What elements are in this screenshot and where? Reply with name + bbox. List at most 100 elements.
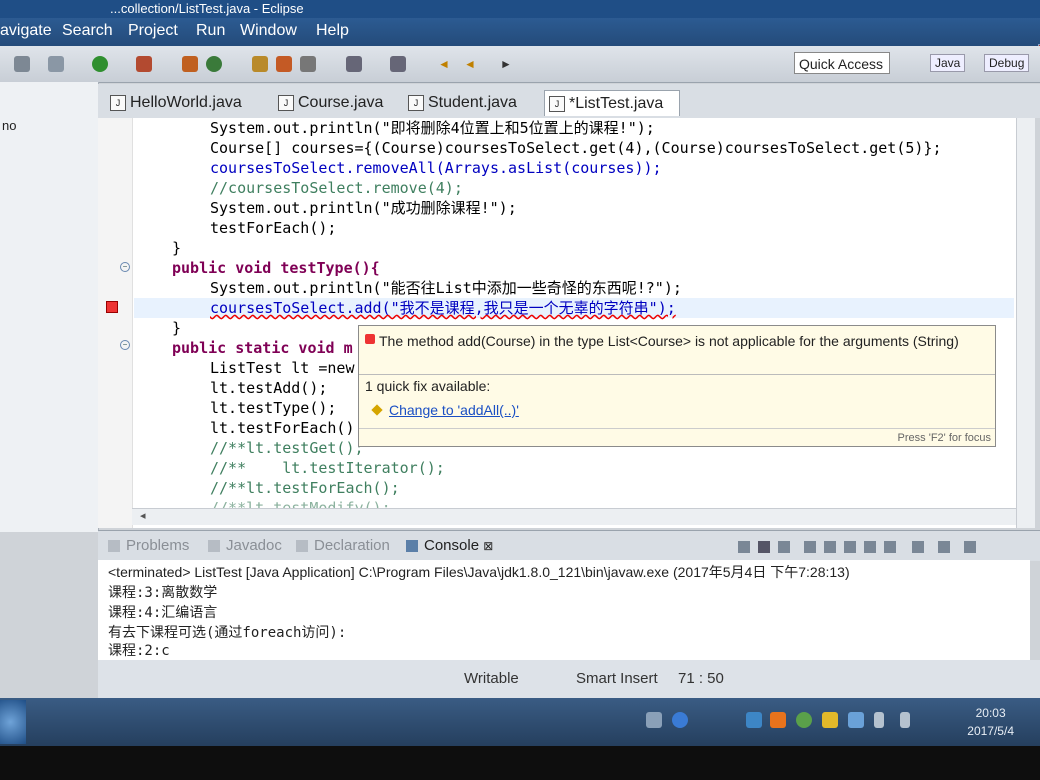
code-line: public static void m [172,339,353,357]
run-icon[interactable] [92,56,108,72]
tab-student[interactable]: J Student.java [404,90,534,116]
code-line: //** lt.testIterator(); [210,459,445,477]
forward-history-icon[interactable]: ◄ [462,56,478,72]
menu-bar: avigate Search Project Run Window Help _… [0,18,1040,62]
quick-fix-icon [371,404,383,416]
open-console-icon[interactable] [884,541,896,553]
menu-help[interactable]: Help [316,22,349,40]
scroll-lock-icon[interactable] [804,541,816,553]
tab-listtest[interactable]: J *ListTest.java ⊠ [544,90,680,137]
annotation-icon[interactable] [346,56,362,72]
run-config-icon[interactable] [136,56,152,72]
quick-access-field[interactable]: Quick Access [794,52,890,74]
start-button[interactable] [0,700,26,744]
back-arrow-icon[interactable]: ◄ [436,56,452,72]
save-icon[interactable] [14,56,30,72]
popup-footer: Press 'F2' for focus [359,428,995,446]
search-tool-icon[interactable] [300,56,316,72]
scroll-left-icon[interactable]: ◂ [140,510,146,522]
tab-console[interactable]: Console ⊠ [404,537,493,554]
menu-project[interactable]: Project [128,22,178,40]
remove-all-icon[interactable] [778,541,790,553]
new-console-icon[interactable] [912,541,924,553]
tab-helloworld[interactable]: J HelloWorld.java [106,90,266,116]
volume-icon[interactable] [900,712,910,728]
tab-javadoc[interactable]: Javadoc [206,537,282,554]
keyboard-icon[interactable] [646,712,662,728]
window-title-bar: ...collection/ListTest.java - Eclipse [0,0,1040,18]
menu-window[interactable]: Window [240,22,297,40]
code-line: coursesToSelect.removeAll(Arrays.asList(… [210,159,662,177]
fold-collapse-icon[interactable]: − [120,262,130,272]
help-icon[interactable] [672,712,688,728]
tab-course[interactable]: J Course.java [274,90,394,116]
menu-run[interactable]: Run [196,22,225,40]
terminate-icon[interactable] [738,541,750,553]
security-tray-icon[interactable] [796,712,812,728]
perspective-debug[interactable]: Debug [984,54,1030,72]
status-bar: Writable Smart Insert 71 : 50 [98,660,1040,698]
code-line: public void testType(){ [172,259,380,277]
perspective-java[interactable]: Java [930,54,966,72]
display-console-icon[interactable] [864,541,876,553]
code-line: testForEach(); [210,219,337,237]
quick-fix-count: 1 quick fix available: [365,378,491,394]
problems-icon [108,540,120,552]
next-annotation-icon[interactable] [390,56,406,72]
shield-icon[interactable] [848,712,864,728]
code-line: lt.testAdd(); [210,379,328,397]
editor-vertical-scrollbar[interactable] [1016,118,1035,528]
eclipse-screen: ...collection/ListTest.java - Eclipse av… [0,0,1040,780]
console-output[interactable]: <terminated> ListTest [Java Application]… [98,560,1030,660]
word-wrap-icon[interactable] [824,541,836,553]
declaration-icon [296,540,308,552]
app-tray-icon[interactable] [770,712,786,728]
forward-arrow-icon[interactable]: ► [498,56,514,72]
clock-date: 2017/5/4 [967,724,1014,738]
pin-console-icon[interactable] [844,541,856,553]
code-line: System.out.println("即将删除4位置上和5位置上的课程!"); [210,119,655,137]
editor-tab-bar: J HelloWorld.java J Course.java J Studen… [98,84,1040,137]
editor-ruler: − − [98,118,133,528]
error-message: The method add(Course) in the type List<… [379,333,959,349]
java-file-icon: J [278,95,294,111]
current-code-line: coursesToSelect.add("我不是课程,我只是一个无辜的字符串")… [134,298,1014,318]
code-editor[interactable]: − − System.out.println("即将删除4位置上和5位置上的课程… [98,118,1016,528]
maximize-view-icon[interactable] [964,541,976,553]
console-line: 有去下课程可选(通过foreach访问): [108,625,347,641]
app-tray-icon[interactable] [822,712,838,728]
code-line: ListTest lt =new [210,359,355,377]
open-type-icon[interactable] [252,56,268,72]
debug-gear-icon[interactable] [48,56,64,72]
remove-launch-icon[interactable] [758,541,770,553]
tab-label: Student.java [428,94,517,111]
taskbar-clock[interactable]: 20:03 2017/5/4 [967,704,1014,740]
package-icon[interactable] [276,56,292,72]
package-explorer-label: no [2,118,17,133]
monitor-bezel [0,746,1040,780]
tab-declaration[interactable]: Declaration [294,537,390,554]
code-line: } [172,319,182,337]
code-line: //**lt.testForEach(); [210,479,400,497]
code-line: } [172,239,182,257]
editor-horizontal-scrollbar[interactable]: ◂ [132,508,1016,525]
status-insert-mode: Smart Insert [576,670,658,687]
menu-search[interactable]: Search [62,22,113,40]
console-line: 课程:4:汇编语言 [108,605,218,621]
quick-fix-link[interactable]: Change to 'addAll(..)' [389,402,519,418]
error-hover-popup: The method add(Course) in the type List<… [358,325,996,447]
menu-navigate[interactable]: avigate [0,22,52,40]
new-java-icon[interactable] [206,56,222,72]
new-class-icon[interactable] [182,56,198,72]
fold-collapse-icon[interactable]: − [120,340,130,350]
java-file-icon: J [549,96,565,112]
main-toolbar: ◄ ◄ ► Quick Access Java Debug [0,46,1040,83]
app-tray-icon[interactable] [746,712,762,728]
minimize-view-icon[interactable] [938,541,950,553]
close-tab-icon[interactable]: ⊠ [483,539,493,553]
console-line: 课程:3:离散数学 [108,585,218,601]
tab-problems[interactable]: Problems [106,537,189,554]
network-icon[interactable] [874,712,884,728]
console-terminated-line: <terminated> ListTest [Java Application]… [108,564,850,580]
error-marker-icon[interactable] [106,301,118,313]
